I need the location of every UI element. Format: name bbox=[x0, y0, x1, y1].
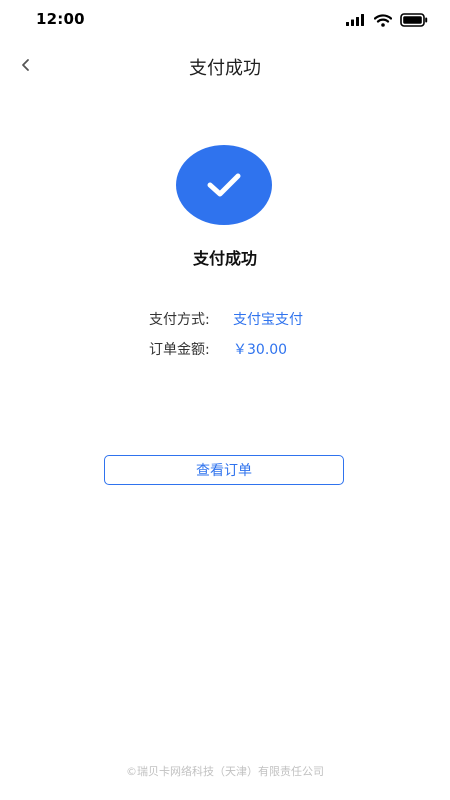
order-amount-row: 订单金额: ￥30.00 bbox=[149, 339, 287, 359]
wifi-icon bbox=[374, 13, 392, 27]
copyright-footer: ©瑞贝卡网络科技（天津）有限责任公司 bbox=[126, 765, 324, 778]
order-amount-value: ￥30.00 bbox=[233, 342, 288, 358]
check-icon bbox=[204, 170, 244, 200]
nav-bar: 支付成功 bbox=[0, 42, 450, 88]
success-title: 支付成功 bbox=[192, 249, 257, 268]
page-title: 支付成功 bbox=[189, 58, 261, 79]
status-bar: 12:00 bbox=[0, 0, 450, 42]
status-icons bbox=[346, 12, 428, 28]
payment-method-row: 支付方式: 支付宝支付 bbox=[149, 309, 303, 329]
battery-icon bbox=[400, 13, 428, 27]
status-time: 12:00 bbox=[36, 10, 85, 28]
order-amount-label: 订单金额: bbox=[149, 342, 210, 358]
view-order-button[interactable]: 查看订单 bbox=[104, 455, 344, 485]
success-badge bbox=[176, 145, 272, 225]
payment-method-label: 支付方式: bbox=[149, 312, 210, 328]
payment-method-value: 支付宝支付 bbox=[233, 312, 303, 328]
signal-icon bbox=[346, 14, 366, 26]
